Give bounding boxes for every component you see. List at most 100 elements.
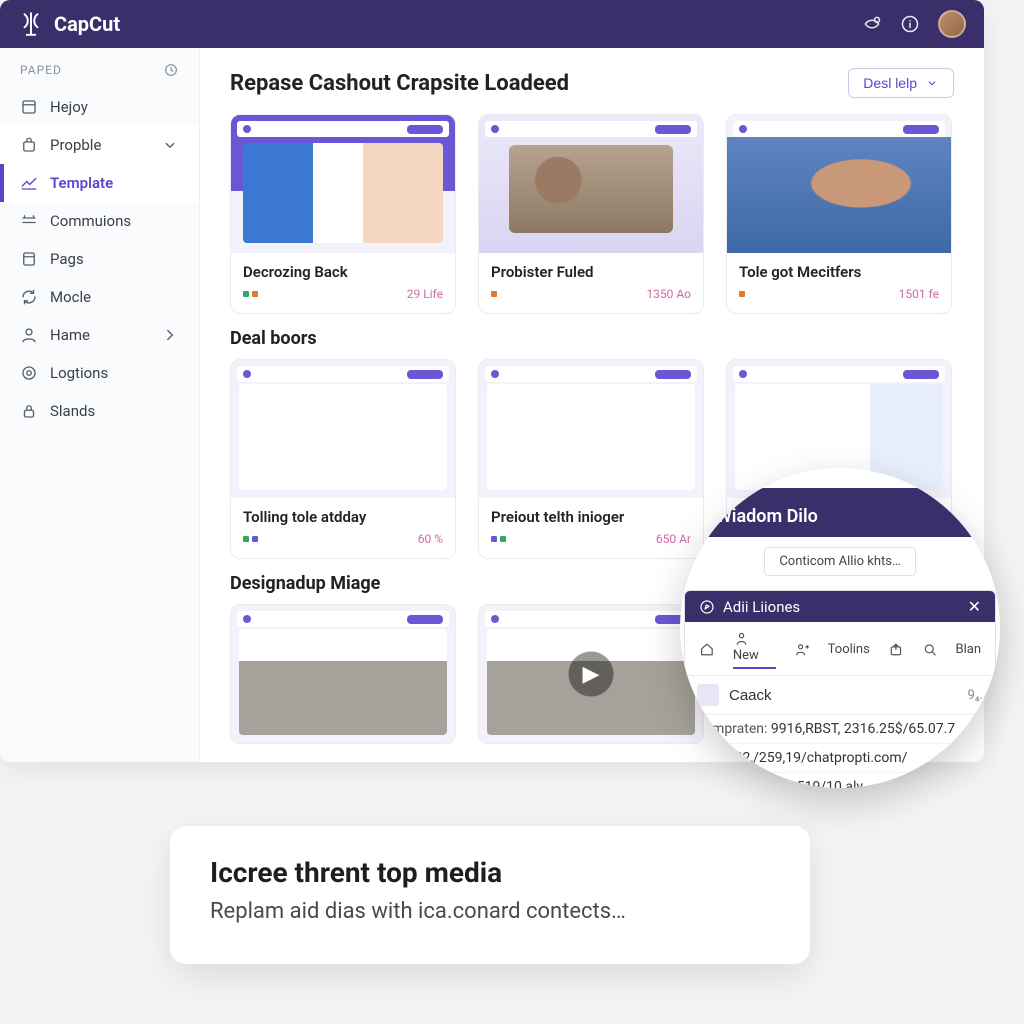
card-dots [739, 291, 745, 297]
zoom-lens: Wiadom Dilo Conticom Allio khts… Adii Li… [680, 468, 1000, 788]
app-header: CapCut [0, 0, 984, 48]
zoom-info-line: olert. 22,/259,19/chatpropti.com/ [685, 744, 995, 773]
sidebar-item-label: Template [50, 174, 113, 192]
card-meta: 1350 Ao [646, 287, 691, 301]
sidebar-section-header: PAPED [0, 62, 199, 88]
card-title: Preiout telth inioger [491, 508, 691, 526]
sidebar-item-hejoy[interactable]: Hejoy [0, 88, 199, 126]
zoom-search-input[interactable] [729, 687, 957, 704]
info-icon[interactable] [900, 14, 920, 34]
zoom-info-line: Oimpraten: 9916,RBST, 2316.25$/65.07.7 [685, 715, 995, 744]
zoom-panel-title: Adii Liiones [723, 598, 800, 616]
card-title: Tole got Mecitfers [739, 263, 939, 281]
notification-icon[interactable] [862, 14, 882, 34]
sidebar: PAPED Hejoy Propble Template Commuions [0, 48, 200, 762]
zoom-panel: Adii Liiones ✕ New Toolins Blan 9₄. [684, 590, 996, 788]
template-card[interactable] [478, 604, 704, 744]
bag-icon [20, 136, 38, 154]
brand-logo[interactable]: CapCut [18, 11, 120, 37]
card-thumbnail [479, 115, 703, 253]
sidebar-item-label: Commuions [50, 212, 131, 230]
card-thumbnail [479, 360, 703, 498]
sidebar-item-slands[interactable]: Slands [0, 392, 199, 430]
brand-name: CapCut [54, 12, 120, 36]
help-dropdown[interactable]: Desl lelp [848, 68, 954, 98]
sidebar-item-label: Hame [50, 326, 90, 344]
tab-label: New [733, 648, 759, 663]
sidebar-header-label: PAPED [20, 63, 62, 77]
page-icon [20, 250, 38, 268]
template-card[interactable]: Probister Fuled 1350 Ao [478, 114, 704, 314]
zoom-tabs: New Toolins Blan [685, 622, 995, 676]
sidebar-item-label: Mocle [50, 288, 91, 306]
target-icon [20, 364, 38, 382]
card-meta: 1501 fe [899, 287, 939, 301]
zoom-panel-header: Adii Liiones ✕ [685, 591, 995, 622]
zoom-info-line: finesct: 0010/2.519/10 aly [685, 773, 995, 788]
sidebar-item-label: Slands [50, 402, 95, 420]
card-title: Decrozing Back [243, 263, 443, 281]
search-icon[interactable] [922, 641, 938, 658]
template-card[interactable]: Tolling tole atdday 60 % [230, 359, 456, 559]
clock-icon[interactable] [163, 62, 179, 78]
help-label: Desl lelp [863, 75, 917, 91]
zoom-search-row: 9₄. [685, 676, 995, 715]
section-title: Deal boors [230, 328, 954, 349]
share-icon[interactable] [888, 641, 904, 658]
template-icon [20, 174, 38, 192]
sidebar-item-pags[interactable]: Pags [0, 240, 199, 278]
tab-toolins[interactable]: Toolins [828, 642, 870, 657]
card-dots [243, 291, 258, 297]
promo-subtitle: Replam aid dias with ica.conard contects… [210, 899, 770, 924]
card-thumbnail [727, 115, 951, 253]
card-title: Tolling tole atdday [243, 508, 443, 526]
sidebar-item-label: Pags [50, 250, 84, 268]
refresh-icon [20, 288, 38, 306]
card-thumbnail [231, 360, 455, 498]
sidebar-item-hame[interactable]: Hame [0, 316, 199, 354]
close-icon[interactable]: ✕ [968, 597, 981, 616]
zoom-heading: Wiadom Dilo [680, 488, 1000, 537]
page-title: Repase Cashout Crapsite Loadeed [230, 71, 569, 96]
box-icon [20, 98, 38, 116]
sidebar-item-template[interactable]: Template [0, 164, 199, 202]
info-val: 9916,RBST, 2316.25$/65.07.7 [771, 721, 955, 737]
sidebar-item-label: Propble [50, 136, 101, 154]
card-meta: 60 % [418, 532, 443, 546]
promo-card: Iccree thrent top media Replam aid dias … [170, 826, 810, 964]
info-key: finesct: [699, 779, 744, 788]
card-thumbnail [479, 605, 703, 743]
person-add-icon[interactable] [794, 641, 810, 658]
card-dots [243, 536, 258, 542]
zoom-chip[interactable]: Conticom Allio khts… [764, 547, 915, 576]
layers-icon [20, 212, 38, 230]
tab-blan[interactable]: Blan [955, 642, 981, 657]
lock-icon [20, 402, 38, 420]
chevron-right-icon [161, 326, 179, 344]
sidebar-item-mocle[interactable]: Mocle [0, 278, 199, 316]
card-meta: 29 Life [407, 287, 443, 301]
card-thumbnail [231, 115, 455, 253]
promo-title: Iccree thrent top media [210, 856, 770, 889]
sidebar-item-logtions[interactable]: Logtions [0, 354, 199, 392]
zoom-search-trailing: 9₄. [967, 688, 983, 703]
logo-icon [18, 11, 44, 37]
person-icon [733, 630, 750, 647]
sidebar-item-commuions[interactable]: Commuions [0, 202, 199, 240]
info-val: 0010/2.519/10 aly [748, 779, 863, 788]
template-card[interactable]: Preiout telth inioger 650 Ar [478, 359, 704, 559]
card-thumbnail [231, 605, 455, 743]
sidebar-item-label: Hejoy [50, 98, 88, 116]
tab-new[interactable]: New [733, 630, 776, 669]
sidebar-item-propble[interactable]: Propble [0, 126, 199, 164]
card-dots [491, 291, 497, 297]
card-dots [491, 536, 506, 542]
user-icon [20, 326, 38, 344]
avatar[interactable] [938, 10, 966, 38]
chevron-down-icon [161, 136, 179, 154]
template-card[interactable]: Tole got Mecitfers 1501 fe [726, 114, 952, 314]
card-title: Probister Fuled [491, 263, 691, 281]
chevron-down-icon [925, 76, 939, 90]
template-card[interactable] [230, 604, 456, 744]
template-card[interactable]: Decrozing Back 29 Life [230, 114, 456, 314]
